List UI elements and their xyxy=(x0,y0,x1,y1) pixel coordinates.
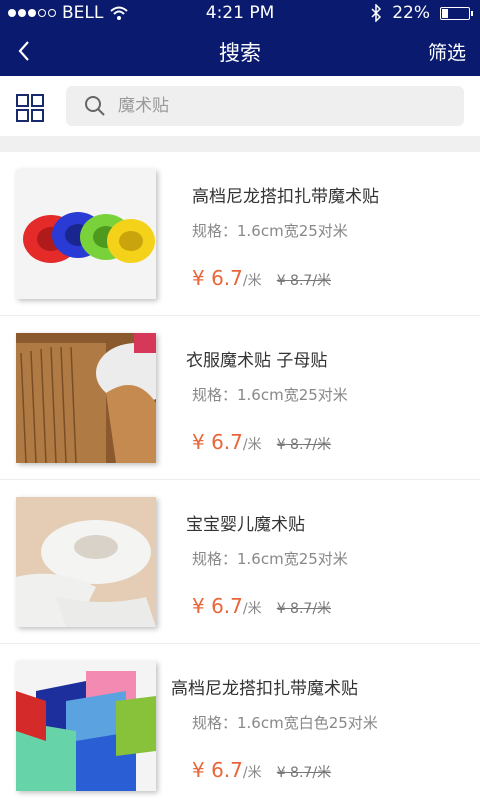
product-name: 宝宝婴儿魔术贴 xyxy=(186,515,305,535)
current-price: ¥ 6.7 xyxy=(192,266,243,290)
product-list: 高档尼龙搭扣扎带魔术贴 规格：1.6cm宽25对米 ¥ 6.7/米 ¥ 8.7/… xyxy=(0,152,480,800)
product-image-colorful-velcro-rolls xyxy=(16,169,156,299)
product-image-brown-velcro-stack xyxy=(16,333,156,463)
product-spec: 规格：1.6cm宽25对米 xyxy=(192,550,348,568)
price-unit: /米 xyxy=(242,437,262,453)
product-image-colorful-velcro-straps xyxy=(16,661,156,791)
product-spec: 规格：1.6cm宽25对米 xyxy=(192,386,348,404)
battery-icon xyxy=(440,6,473,20)
current-price: ¥ 6.7 xyxy=(192,430,243,454)
grid-view-icon[interactable] xyxy=(15,93,45,123)
price-unit: /米 xyxy=(242,765,262,781)
status-right: 22% xyxy=(370,3,473,23)
product-price: ¥ 6.7/米 ¥ 8.7/米 xyxy=(192,266,331,290)
product-image-white-velcro-roll xyxy=(16,497,156,627)
battery-fill xyxy=(442,8,448,18)
product-price: ¥ 6.7/米 ¥ 8.7/米 xyxy=(192,430,331,454)
current-price: ¥ 6.7 xyxy=(192,758,243,782)
current-price: ¥ 6.7 xyxy=(192,594,243,618)
product-item[interactable]: 高档尼龙搭扣扎带魔术贴 规格：1.6cm宽白色25对米 ¥ 6.7/米 ¥ 8.… xyxy=(0,644,480,800)
filter-button[interactable]: 筛选 xyxy=(428,38,466,65)
product-spec: 规格：1.6cm宽25对米 xyxy=(192,222,348,240)
status-bar: BELL 4:21 PM 22% xyxy=(0,0,480,26)
navigation-bar: 搜索 筛选 xyxy=(0,26,480,76)
original-price: ¥ 8.7/米 xyxy=(276,765,332,781)
product-price: ¥ 6.7/米 ¥ 8.7/米 xyxy=(192,758,331,782)
battery-percent: 22% xyxy=(392,3,430,23)
original-price: ¥ 8.7/米 xyxy=(276,437,332,453)
product-name: 衣服魔术贴 子母贴 xyxy=(186,351,328,371)
section-divider xyxy=(0,136,480,152)
product-spec: 规格：1.6cm宽白色25对米 xyxy=(192,714,378,732)
search-box[interactable] xyxy=(66,86,464,126)
original-price: ¥ 8.7/米 xyxy=(276,273,332,289)
product-item[interactable]: 衣服魔术贴 子母贴 规格：1.6cm宽25对米 ¥ 6.7/米 ¥ 8.7/米 xyxy=(0,316,480,480)
product-item[interactable]: 高档尼龙搭扣扎带魔术贴 规格：1.6cm宽25对米 ¥ 6.7/米 ¥ 8.7/… xyxy=(0,152,480,316)
bluetooth-icon xyxy=(371,4,382,22)
original-price: ¥ 8.7/米 xyxy=(276,601,332,617)
price-unit: /米 xyxy=(242,601,262,617)
product-price: ¥ 6.7/米 ¥ 8.7/米 xyxy=(192,594,331,618)
price-unit: /米 xyxy=(242,273,262,289)
product-item[interactable]: 宝宝婴儿魔术贴 规格：1.6cm宽25对米 ¥ 6.7/米 ¥ 8.7/米 xyxy=(0,480,480,644)
page-title: 搜索 xyxy=(219,41,261,65)
search-input[interactable] xyxy=(118,92,448,120)
product-name: 高档尼龙搭扣扎带魔术贴 xyxy=(171,679,358,699)
search-icon xyxy=(85,96,105,116)
product-name: 高档尼龙搭扣扎带魔术贴 xyxy=(192,187,379,207)
search-row xyxy=(0,76,480,136)
